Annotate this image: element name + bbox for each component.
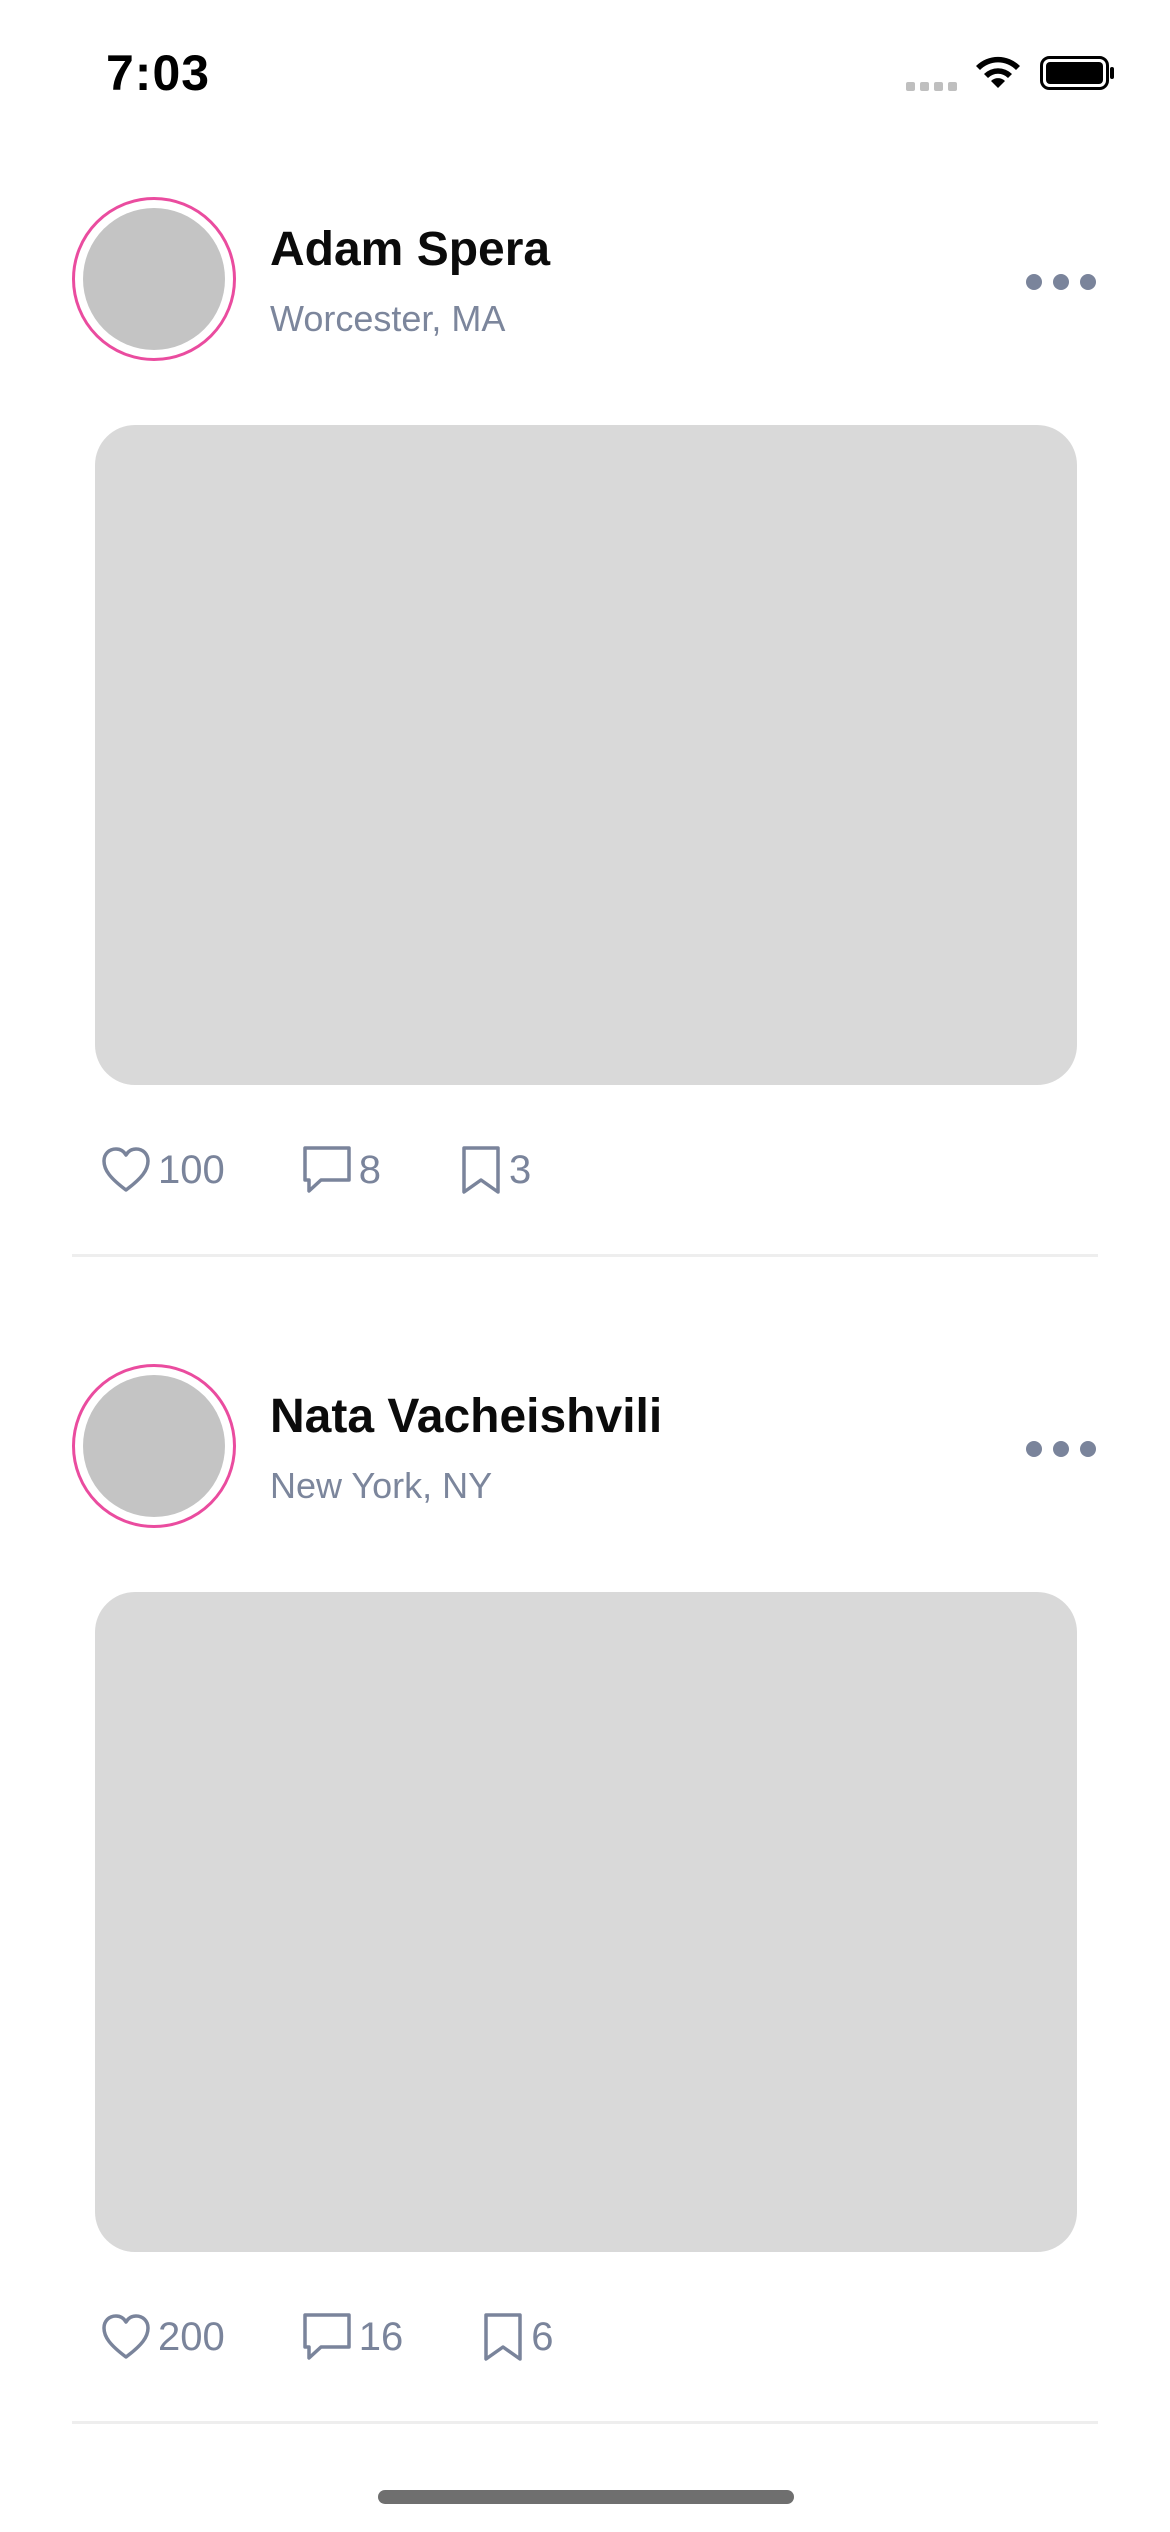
post-actions: 100 8 3 [100, 1140, 531, 1200]
more-options-button[interactable] [1026, 1429, 1096, 1469]
post-actions: 200 16 6 [100, 2307, 554, 2367]
post-divider [72, 2421, 1098, 2424]
comment-button[interactable]: 8 [301, 1144, 381, 1196]
comment-count: 8 [358, 1147, 381, 1192]
status-time: 7:03 [106, 45, 211, 101]
signal-icon [906, 82, 957, 91]
user-location: Worcester, MA [270, 298, 506, 339]
heart-icon [102, 2314, 150, 2359]
wifi-icon [976, 56, 1020, 88]
like-button[interactable]: 200 [100, 2313, 225, 2361]
more-options-button[interactable] [1026, 262, 1096, 302]
post-divider [72, 1254, 1098, 1257]
post-image[interactable] [95, 1592, 1077, 2252]
avatar [83, 1375, 225, 1517]
comment-icon [303, 2313, 351, 2360]
avatar-story-ring[interactable] [72, 197, 236, 361]
like-count: 200 [158, 2314, 225, 2359]
avatar-story-ring[interactable] [72, 1364, 236, 1528]
bookmark-icon [484, 2313, 522, 2361]
avatar [83, 208, 225, 350]
comment-button[interactable]: 16 [301, 2311, 404, 2363]
comment-icon [303, 1146, 351, 1193]
comment-count: 16 [358, 2314, 404, 2359]
home-indicator[interactable] [378, 2490, 794, 2504]
like-button[interactable]: 100 [100, 1146, 225, 1194]
user-name[interactable]: Nata Vacheishvili [270, 1389, 662, 1444]
bookmark-count: 6 [531, 2314, 554, 2359]
status-bar: 7:03 [0, 0, 1170, 150]
user-name[interactable]: Adam Spera [270, 222, 550, 277]
post-image[interactable] [95, 425, 1077, 1085]
battery-icon [1040, 56, 1114, 90]
heart-icon [102, 1147, 150, 1192]
like-count: 100 [158, 1147, 225, 1192]
bookmark-icon [462, 1146, 500, 1194]
bookmark-count: 3 [509, 1147, 532, 1192]
bookmark-button[interactable]: 6 [481, 2311, 554, 2363]
user-location: New York, NY [270, 1465, 493, 1506]
bookmark-button[interactable]: 3 [459, 1144, 531, 1196]
